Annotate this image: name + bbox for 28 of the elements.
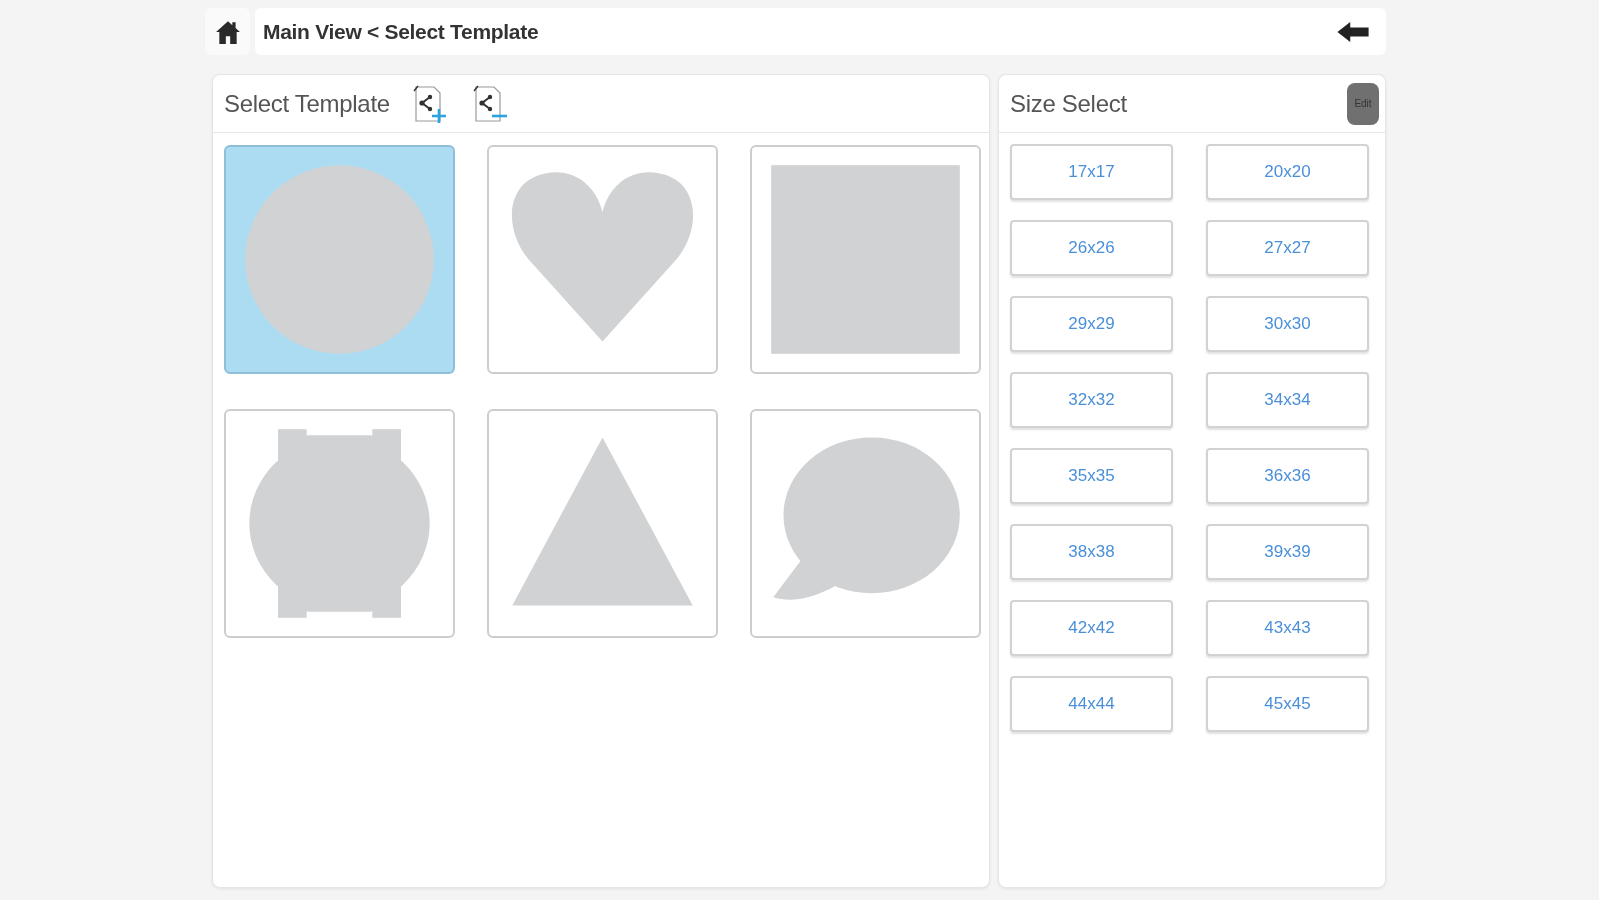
size-button[interactable]: 45x45 bbox=[1206, 676, 1369, 732]
size-button[interactable]: 36x36 bbox=[1206, 448, 1369, 504]
size-button[interactable]: 39x39 bbox=[1206, 524, 1369, 580]
size-button[interactable]: 35x35 bbox=[1010, 448, 1173, 504]
size-button[interactable]: 20x20 bbox=[1206, 144, 1369, 200]
size-button[interactable]: 43x43 bbox=[1206, 600, 1369, 656]
size-button[interactable]: 44x44 bbox=[1010, 676, 1173, 732]
size-button[interactable]: 32x32 bbox=[1010, 372, 1173, 428]
template-tile[interactable] bbox=[750, 145, 981, 374]
template-tile[interactable] bbox=[487, 409, 718, 638]
size-button[interactable]: 26x26 bbox=[1010, 220, 1173, 276]
template-tile[interactable] bbox=[224, 145, 455, 374]
panel-title: Size Select bbox=[1010, 88, 1127, 119]
size-button[interactable]: 29x29 bbox=[1010, 296, 1173, 352]
template-tile[interactable] bbox=[224, 409, 455, 638]
back-arrow-icon bbox=[1336, 20, 1370, 43]
home-button[interactable] bbox=[205, 8, 250, 55]
size-button[interactable]: 42x42 bbox=[1010, 600, 1173, 656]
size-button[interactable]: 27x27 bbox=[1206, 220, 1369, 276]
edit-button[interactable]: Edit bbox=[1347, 82, 1379, 125]
size-button[interactable]: 17x17 bbox=[1010, 144, 1173, 200]
template-tile[interactable] bbox=[487, 145, 718, 374]
size-button[interactable]: 30x30 bbox=[1206, 296, 1369, 352]
panel-title: Select Template bbox=[224, 88, 390, 119]
template-tile[interactable] bbox=[750, 409, 981, 638]
breadcrumb: Main View < Select Template bbox=[263, 18, 539, 45]
size-button[interactable]: 38x38 bbox=[1010, 524, 1173, 580]
size-button[interactable]: 34x34 bbox=[1206, 372, 1369, 428]
